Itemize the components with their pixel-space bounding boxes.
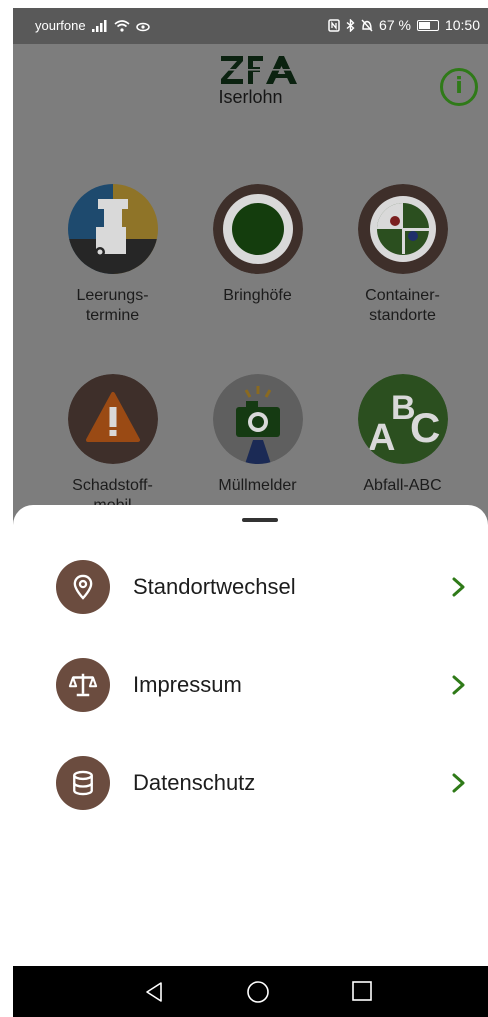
zfa-logo [221, 56, 297, 84]
nfc-icon [328, 18, 340, 32]
bluetooth-icon [346, 18, 355, 32]
menu-item-label: Datenschutz [133, 770, 256, 795]
tile-bringhoefe[interactable]: Bringhöfe [185, 184, 330, 306]
bottom-sheet: Standortwechsel Impressum Datenschutz [13, 505, 488, 975]
menu-item-datenschutz[interactable]: Datenschutz [13, 747, 488, 819]
home-icon[interactable] [247, 981, 269, 1003]
battery-icon [416, 19, 439, 31]
tile-leerungstermine[interactable]: Leerungs- termine [40, 184, 185, 326]
system-nav-bar [13, 966, 488, 1017]
info-button[interactable]: i [440, 68, 478, 106]
garbage-truck-icon [67, 184, 158, 274]
tile-abfall-abc[interactable]: B C A Abfall-ABC [330, 374, 475, 496]
chevron-right-icon [452, 675, 465, 695]
menu-item-label: Standortwechsel [133, 574, 296, 599]
chevron-right-icon [452, 577, 465, 597]
hazard-warning-icon [67, 374, 158, 464]
menu-item-standortwechsel[interactable]: Standortwechsel [13, 551, 488, 623]
camera-icon [212, 374, 303, 464]
menu-item-label: Impressum [133, 672, 242, 697]
carrier-name: yourfone [35, 18, 86, 33]
clock: 10:50 [444, 17, 480, 33]
city-name: Iserlohn [218, 87, 283, 107]
svg-text:C: C [410, 404, 440, 451]
svg-text:A: A [368, 417, 395, 459]
scales-icon [56, 658, 110, 712]
phone-screen: yourfone 67 % 10:50 Iserlohn i Leerungs-… [13, 8, 488, 1017]
app-header: Iserlohn i [13, 44, 488, 134]
database-icon [56, 756, 110, 810]
battery-percent: 67 % [379, 17, 411, 33]
tile-label: Abfall-ABC [363, 477, 442, 494]
status-left: yourfone [35, 18, 150, 33]
wifi-icon [114, 19, 130, 32]
alarm-off-icon [361, 19, 373, 31]
tile-label: Müllmelder [218, 477, 297, 494]
back-icon[interactable] [144, 981, 164, 1003]
chevron-right-icon [452, 773, 465, 793]
abc-icon: B C A [357, 374, 448, 464]
eye-comfort-icon [135, 22, 150, 31]
status-bar: yourfone 67 % 10:50 [13, 8, 488, 44]
tile-label: Bringhöfe [223, 287, 292, 304]
location-pin-icon [56, 560, 110, 614]
container-map-icon [357, 184, 448, 274]
status-right: 67 % 10:50 [328, 17, 480, 33]
tile-label: Leerungs- termine [76, 287, 149, 324]
tile-muellmelder[interactable]: Müllmelder [185, 374, 330, 496]
tile-label: Container- standorte [365, 287, 440, 324]
tile-schadstoffmobil[interactable]: Schadstoff- mobil [40, 374, 185, 516]
recycling-yard-icon [212, 184, 303, 274]
recents-icon[interactable] [352, 981, 372, 1001]
menu-item-impressum[interactable]: Impressum [13, 649, 488, 721]
signal-icon [91, 19, 107, 32]
drag-handle[interactable] [242, 518, 278, 522]
tile-containerstandorte[interactable]: Container- standorte [330, 184, 475, 326]
